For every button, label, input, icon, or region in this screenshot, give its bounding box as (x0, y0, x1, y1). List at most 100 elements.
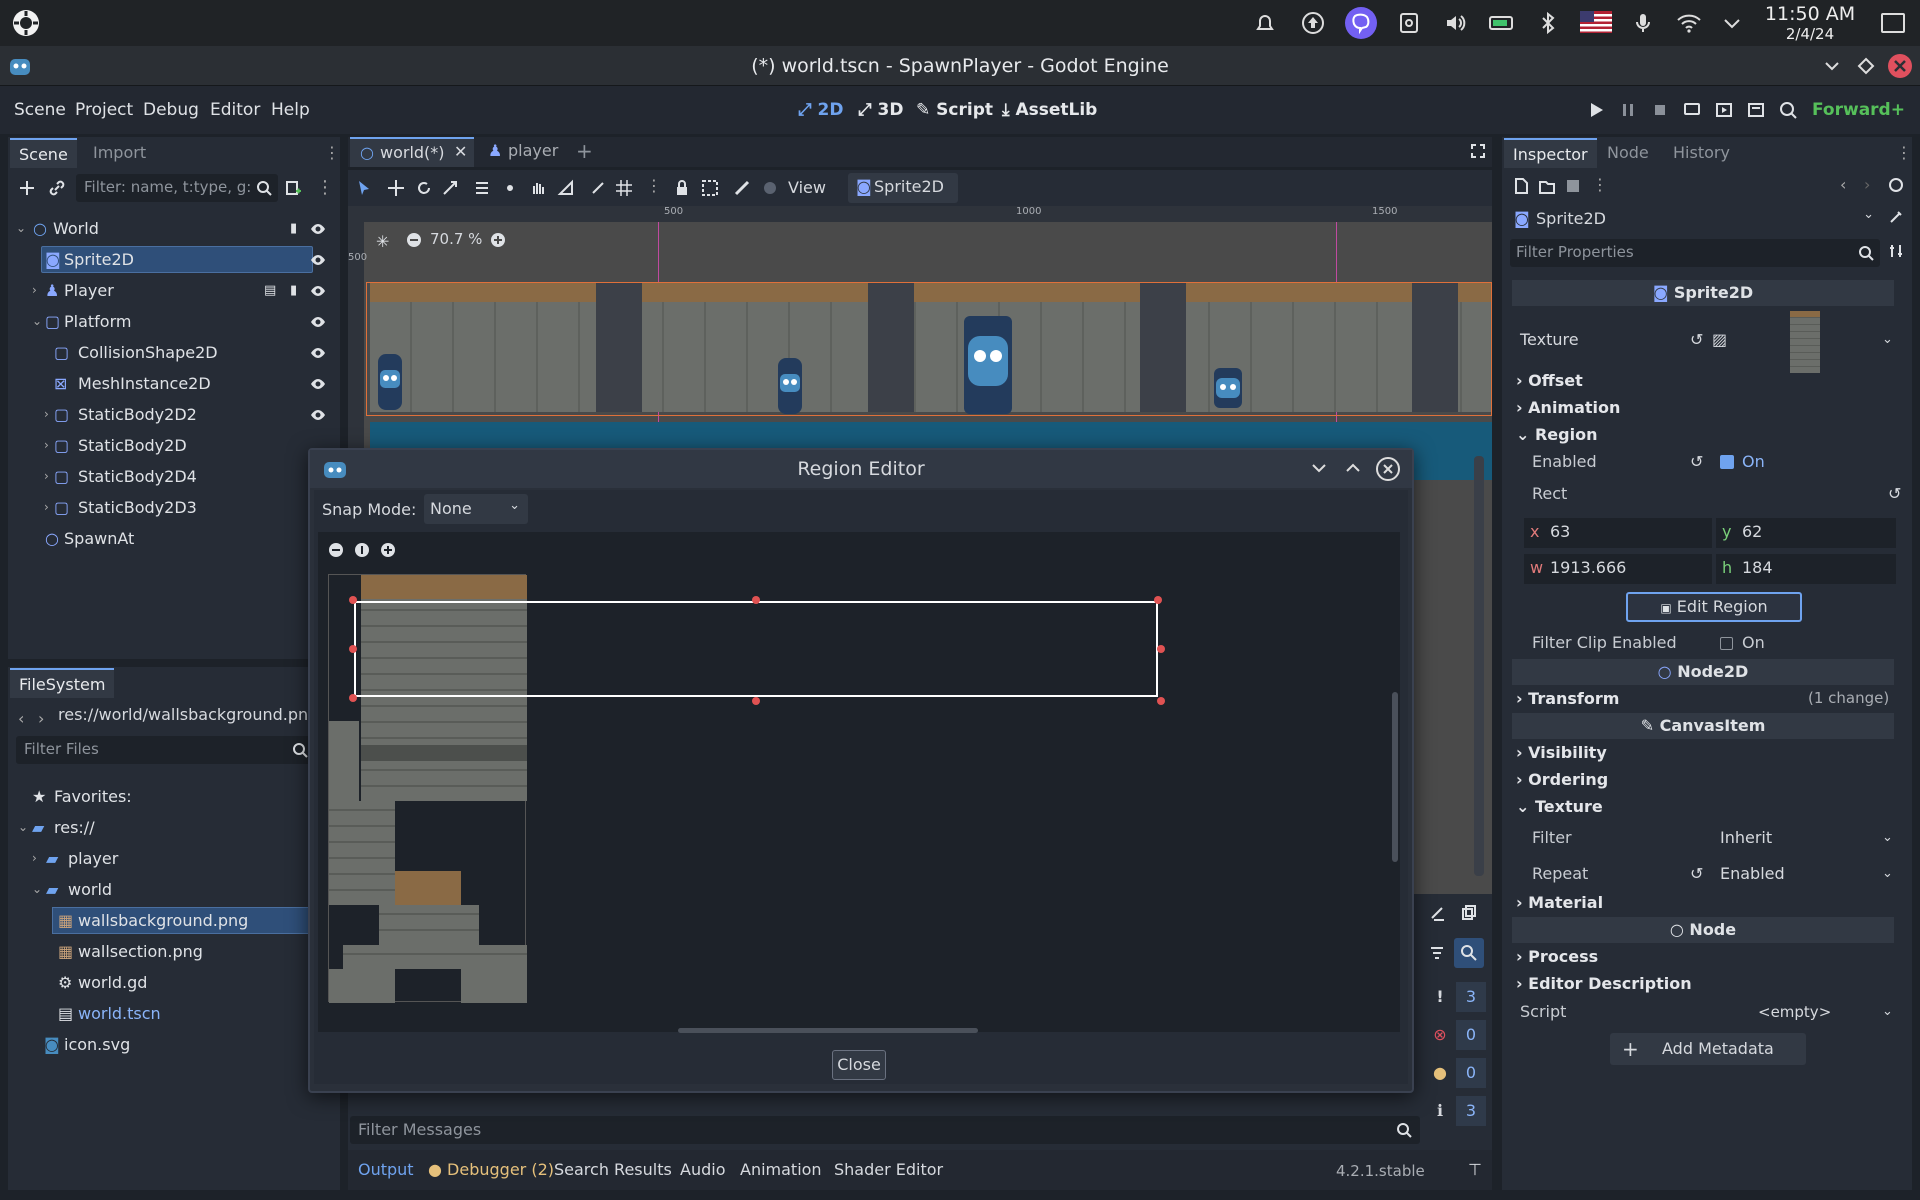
group-ordering[interactable]: › Ordering (1516, 770, 1608, 789)
update-icon[interactable] (1301, 11, 1325, 35)
region-handle[interactable] (752, 697, 760, 705)
bottom-tab-audio[interactable]: Audio (680, 1160, 725, 1179)
region-handle[interactable] (349, 596, 357, 604)
group-icon[interactable] (700, 178, 720, 198)
bottom-tab-output[interactable]: Output (358, 1160, 414, 1179)
visibility-eye-icon[interactable] (310, 407, 326, 423)
region-horizontal-scrollbar[interactable] (678, 1028, 978, 1033)
file-row-wallsection[interactable]: ▦ wallsection.png (8, 936, 338, 967)
rect-x-field[interactable]: x 63 (1524, 518, 1712, 548)
tree-node-player[interactable]: › ♟ Player ▤ ▮ (8, 275, 338, 306)
group-editor-description[interactable]: › Editor Description (1516, 974, 1692, 993)
attach-script-icon[interactable] (284, 179, 302, 197)
region-handle[interactable] (349, 645, 357, 653)
snap-mode-select[interactable]: None ⌄ (424, 494, 528, 524)
texture-thumbnail[interactable] (1790, 311, 1820, 373)
copy-output-icon[interactable] (1460, 904, 1478, 922)
center-view-icon[interactable]: ✳ (376, 232, 389, 251)
grid-snap-icon[interactable] (614, 178, 634, 198)
add-node-icon[interactable] (18, 179, 36, 197)
wifi-icon[interactable] (1676, 11, 1702, 35)
region-zoom-in-icon[interactable] (380, 542, 396, 558)
visibility-eye-icon[interactable] (310, 376, 326, 392)
menu-debug[interactable]: Debug (143, 86, 199, 134)
dialog-close-icon[interactable] (1376, 457, 1400, 481)
region-vertical-scrollbar[interactable] (1392, 692, 1398, 862)
message-filter-icon[interactable]: ! (1428, 982, 1452, 1012)
tree-node-collisionshape2d[interactable]: ▢ CollisionShape2D (8, 337, 338, 368)
chevron-down-icon[interactable]: ⌄ (1882, 325, 1893, 355)
close-window-icon[interactable] (1888, 54, 1912, 78)
file-row-player[interactable]: › ▰ player (8, 843, 338, 874)
rect-w-field[interactable]: w 1913.666 (1524, 554, 1712, 584)
node-selector[interactable]: ◙ Sprite2D ⌄ (1510, 205, 1880, 233)
revert-icon[interactable]: ↺ (1888, 479, 1901, 509)
editor-message-count[interactable]: 3 (1456, 1096, 1486, 1126)
skeleton-icon[interactable] (732, 178, 752, 198)
property-region-enabled[interactable]: Enabled ↺ On (1502, 447, 1902, 477)
group-offset[interactable]: › Offset (1516, 371, 1583, 390)
open-resource-icon[interactable] (1538, 177, 1556, 195)
favorites-row[interactable]: ★ Favorites: (8, 781, 338, 812)
filter-properties-input[interactable]: Filter Properties (1510, 239, 1880, 267)
revert-icon[interactable]: ↺ (1690, 447, 1703, 477)
history-forward-icon[interactable]: › (1864, 175, 1870, 194)
revert-icon[interactable]: ↺ (1690, 325, 1703, 355)
alarm-icon[interactable] (1253, 11, 1277, 35)
region-canvas[interactable] (318, 532, 1400, 1033)
renderer-selector[interactable]: Forward+ ⌄ (1812, 86, 1920, 168)
property-filter-clip[interactable]: Filter Clip Enabled On (1502, 628, 1902, 658)
play-icon[interactable] (1586, 100, 1606, 120)
pan-tool-icon[interactable] (528, 178, 548, 198)
tab-scene[interactable]: Scene (10, 138, 77, 168)
distraction-free-icon[interactable] (1470, 143, 1486, 159)
godot-player-sprite[interactable] (964, 316, 1012, 414)
pivot-tool-icon[interactable] (500, 178, 520, 198)
scene-tab-world[interactable]: ○ world(*) ✕ (350, 137, 474, 167)
rotate-tool-icon[interactable] (414, 178, 434, 198)
group-transform[interactable]: › Transform (1516, 689, 1619, 708)
region-handle[interactable] (1157, 645, 1165, 653)
filter-clip-checkbox[interactable] (1720, 637, 1733, 650)
tray-expand-icon[interactable] (1722, 13, 1742, 33)
clear-output-icon[interactable] (1428, 904, 1446, 922)
close-button[interactable]: Close (832, 1050, 886, 1080)
enabled-checkbox[interactable] (1720, 455, 1734, 469)
tree-node-spawnat[interactable]: ○ SpawnAt (8, 523, 338, 554)
filter-settings-icon[interactable] (1888, 243, 1904, 259)
volume-icon[interactable] (1443, 11, 1467, 35)
group-visibility[interactable]: › Visibility (1516, 743, 1607, 762)
group-animation[interactable]: › Animation (1516, 398, 1620, 417)
viewport-vertical-scrollbar[interactable] (1474, 456, 1484, 876)
region-handle[interactable] (752, 596, 760, 604)
tree-node-staticbody2d2[interactable]: › ▢ StaticBody2D2 (8, 399, 338, 430)
new-resource-icon[interactable] (1512, 177, 1530, 195)
message-count[interactable]: 3 (1456, 982, 1486, 1012)
maximize-icon[interactable] (1856, 56, 1876, 76)
filter-messages-input[interactable]: Filter Messages (350, 1116, 1420, 1144)
forward-icon[interactable]: › (38, 709, 44, 728)
tab-filesystem[interactable]: FileSystem (10, 668, 115, 698)
object-properties-icon[interactable] (1888, 209, 1904, 225)
tab-inspector[interactable]: Inspector (1504, 138, 1597, 168)
tab-import[interactable]: Import (84, 138, 155, 168)
menu-help[interactable]: Help (271, 86, 310, 134)
back-icon[interactable]: ‹ (18, 709, 24, 728)
dialog-minimize-icon[interactable] (1310, 459, 1328, 477)
scene-menu-icon[interactable]: ⋮ (316, 177, 334, 198)
visibility-eye-icon[interactable] (310, 221, 326, 237)
region-zoom-out-icon[interactable] (328, 542, 344, 558)
property-texture-repeat[interactable]: Repeat ↺ Enabled ⌄ (1502, 859, 1902, 889)
play-scene-icon[interactable] (1714, 100, 1734, 120)
bottom-tab-animation[interactable]: Animation (740, 1160, 822, 1179)
smart-snap-icon[interactable] (588, 178, 608, 198)
sprite-bounding-box[interactable] (366, 282, 1492, 416)
visibility-eye-icon[interactable] (310, 252, 326, 268)
region-selection-rect[interactable] (354, 601, 1158, 697)
region-zoom-reset-icon[interactable] (354, 542, 370, 558)
tree-node-staticbody2d4[interactable]: › ▢ StaticBody2D4 (8, 461, 338, 492)
play-custom-scene-icon[interactable] (1746, 100, 1766, 120)
ruler-tool-icon[interactable] (556, 178, 576, 198)
open-scene-icon[interactable]: ▤ (264, 275, 276, 306)
show-desktop-icon[interactable] (1880, 11, 1906, 35)
